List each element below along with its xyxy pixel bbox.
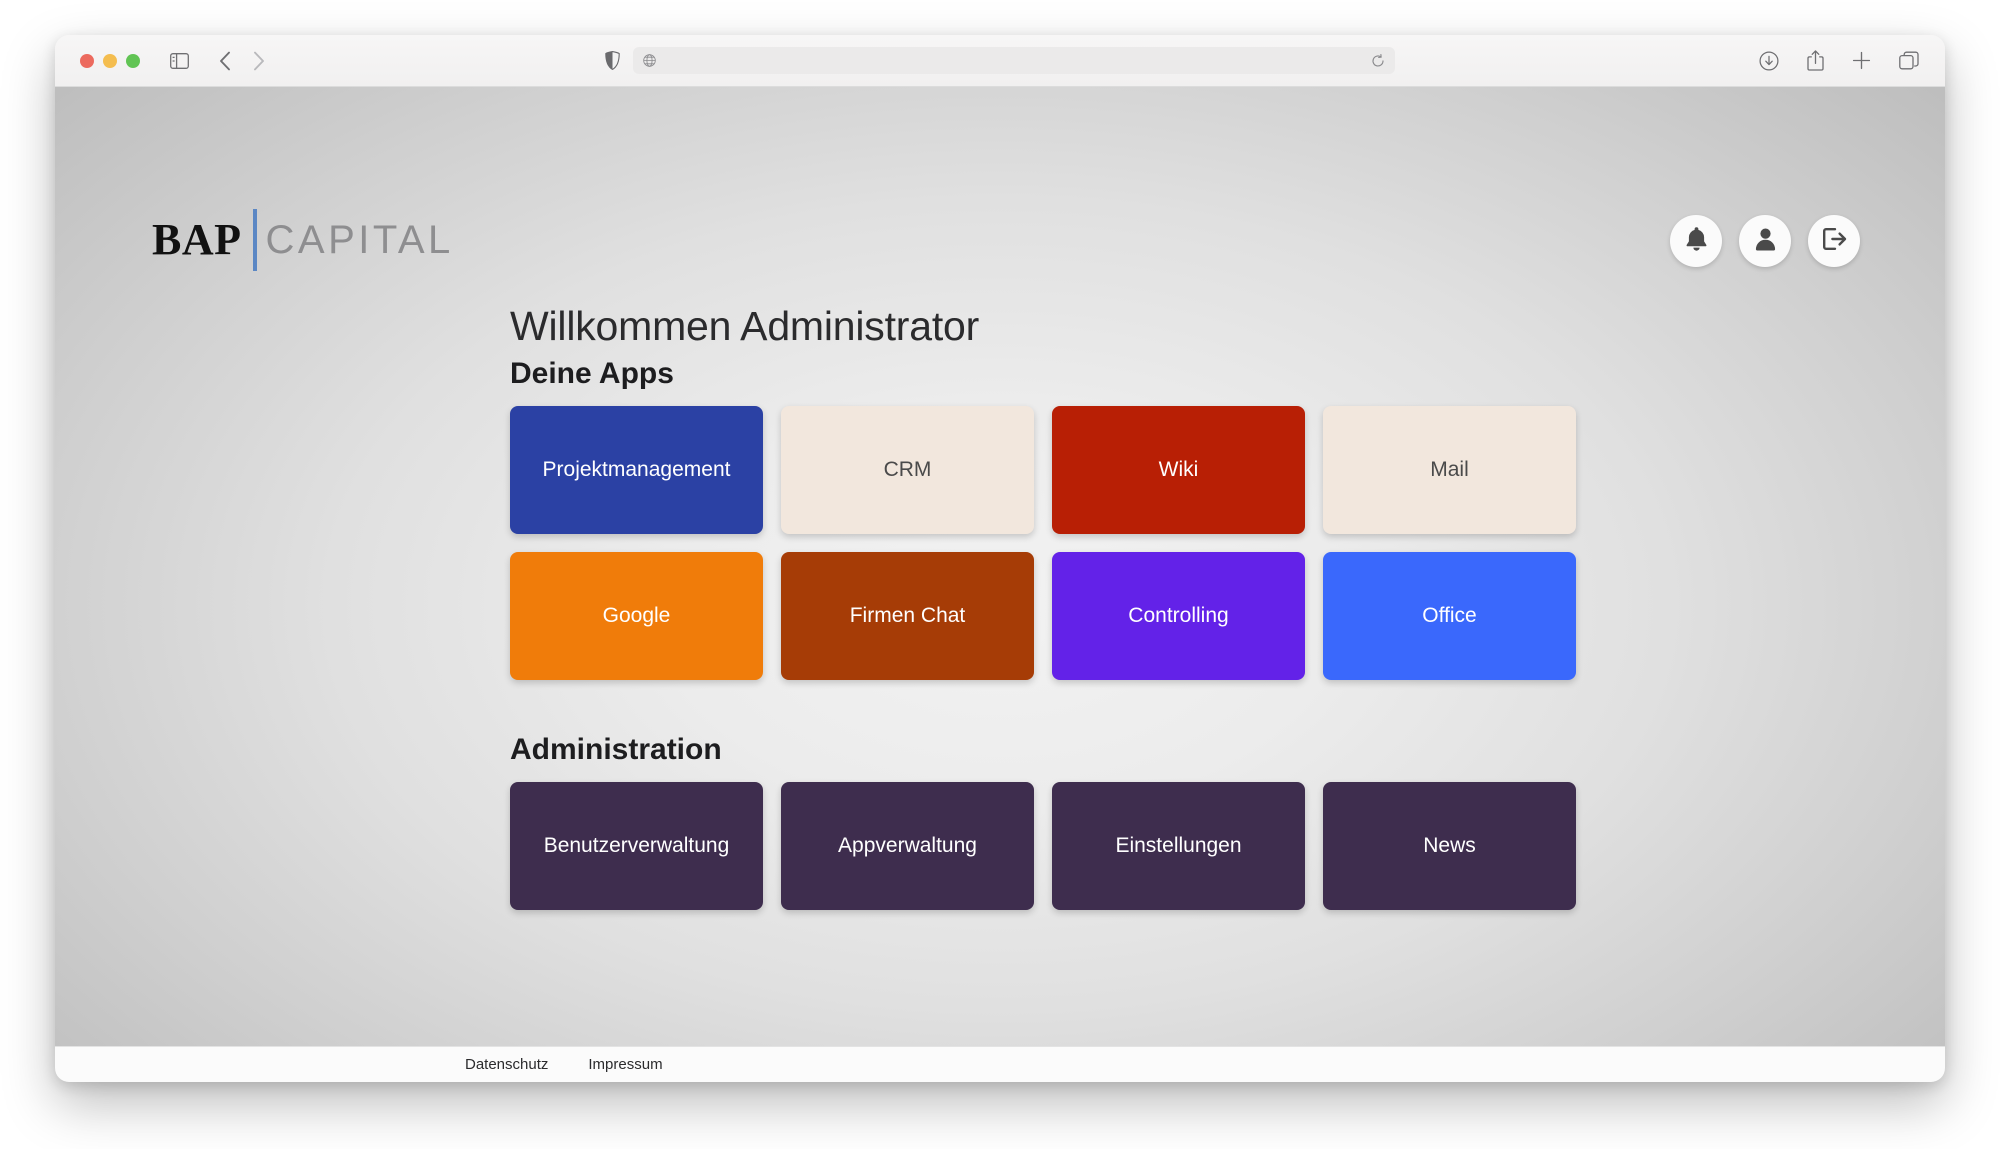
app-tile[interactable]: Projektmanagement: [510, 406, 763, 535]
brand-logo[interactable]: BAP CAPITAL: [152, 209, 454, 271]
header-actions: [1670, 215, 1860, 267]
admin-tile-label: Appverwaltung: [838, 834, 977, 858]
apps-tile-grid: Projektmanagement CRM Wiki Mail Google Firmen…: [510, 406, 1576, 681]
page-content: BAP CAPITAL Willkommen Administrator Dei…: [55, 87, 1945, 1046]
footer-link[interactable]: Impressum: [588, 1056, 662, 1073]
globe-icon: [643, 54, 656, 67]
admin-tile[interactable]: News: [1323, 782, 1576, 911]
admin-tile-label: Benutzerverwaltung: [543, 834, 730, 858]
browser-toolbar: [55, 35, 1945, 87]
app-tile-label: Projektmanagement: [542, 458, 731, 482]
app-tile-label: Google: [602, 604, 671, 628]
window-controls: [80, 53, 140, 68]
address-bar[interactable]: [633, 47, 1395, 74]
app-tile-label: Controlling: [1128, 604, 1229, 628]
app-tile[interactable]: Google: [510, 552, 763, 681]
apps-section-heading: Deine Apps: [510, 357, 674, 391]
desktop-backdrop: BAP CAPITAL Willkommen Administrator Dei…: [0, 0, 2000, 1149]
app-tile[interactable]: CRM: [781, 406, 1034, 535]
admin-tile[interactable]: Benutzerverwaltung: [510, 782, 763, 911]
app-tile-label: Mail: [1430, 458, 1469, 482]
profile-button[interactable]: [1739, 215, 1791, 267]
admin-tile[interactable]: Appverwaltung: [781, 782, 1034, 911]
address-bar-area: [605, 47, 1395, 74]
logout-icon: [1822, 227, 1847, 256]
app-tile-label: Firmen Chat: [849, 604, 966, 628]
privacy-shield-icon[interactable]: [605, 51, 620, 70]
share-icon[interactable]: [1807, 50, 1824, 71]
app-tile[interactable]: Firmen Chat: [781, 552, 1034, 681]
administration-section-heading: Administration: [510, 733, 722, 767]
app-tile-label: CRM: [883, 458, 932, 482]
app-tile-label: Office: [1422, 604, 1477, 628]
toolbar-right-actions: [1759, 50, 1925, 71]
new-tab-icon[interactable]: [1852, 51, 1871, 70]
admin-tile-label: News: [1423, 834, 1476, 858]
sidebar-toggle-icon[interactable]: [170, 52, 189, 69]
page-viewport: BAP CAPITAL Willkommen Administrator Dei…: [55, 87, 1945, 1082]
forward-arrow-icon[interactable]: [253, 51, 265, 71]
app-tile[interactable]: Mail: [1323, 406, 1576, 535]
logo-secondary-text: CAPITAL: [265, 218, 454, 262]
administration-tile-grid: Benutzerverwaltung Appverwaltung Einstellu…: [510, 782, 1576, 911]
logo-divider-rule: [252, 209, 257, 271]
logo-primary-text: BAP: [152, 215, 242, 264]
downloads-icon[interactable]: [1759, 50, 1779, 71]
close-window-button[interactable]: [80, 53, 94, 68]
minimize-window-button[interactable]: [103, 53, 117, 68]
navigation-arrows: [219, 51, 265, 71]
admin-tile-label: Einstellungen: [1115, 834, 1242, 858]
main-content: Willkommen Administrator Deine Apps Proj…: [510, 303, 1576, 911]
logout-button[interactable]: [1808, 215, 1860, 267]
app-tile[interactable]: Wiki: [1052, 406, 1305, 535]
browser-window: BAP CAPITAL Willkommen Administrator Dei…: [55, 35, 1945, 1082]
app-tile[interactable]: Controlling: [1052, 552, 1305, 681]
page-footer: Datenschutz Impressum: [55, 1046, 1945, 1082]
notifications-button[interactable]: [1670, 215, 1722, 267]
admin-tile[interactable]: Einstellungen: [1052, 782, 1305, 911]
maximize-window-button[interactable]: [126, 53, 140, 68]
app-tile[interactable]: Office: [1323, 552, 1576, 681]
app-tile-label: Wiki: [1158, 458, 1199, 482]
footer-link[interactable]: Datenschutz: [465, 1056, 548, 1073]
user-icon: [1753, 226, 1778, 256]
bell-icon: [1684, 226, 1709, 257]
back-arrow-icon[interactable]: [219, 51, 231, 71]
page-title: Willkommen Administrator: [510, 303, 980, 349]
reload-icon[interactable]: [1371, 53, 1385, 68]
tab-overview-icon[interactable]: [1899, 51, 1919, 71]
